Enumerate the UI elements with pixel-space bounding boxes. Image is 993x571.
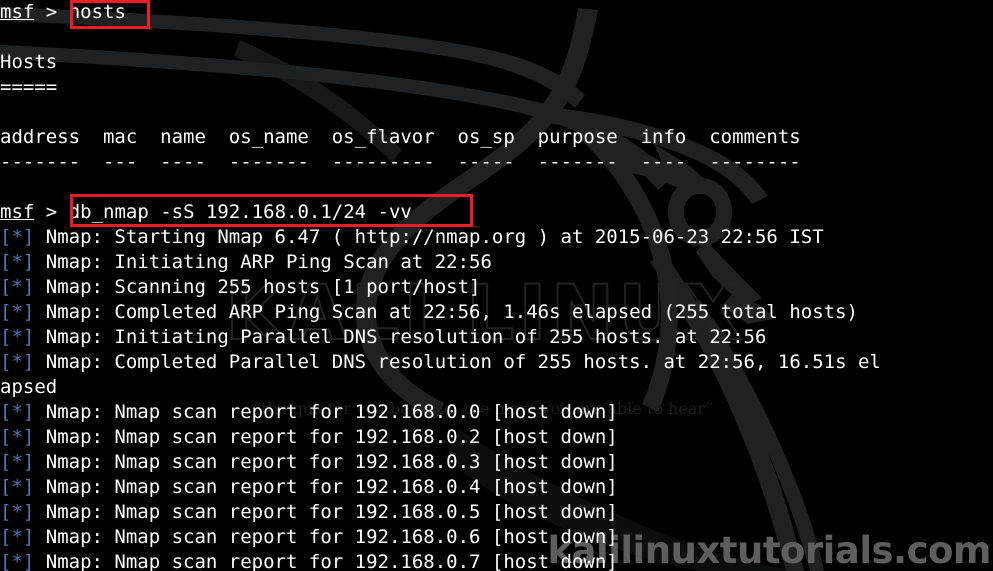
info-prefix-icon: [*] [0, 526, 35, 548]
spacer-line-2 [0, 100, 993, 125]
nmap-output-text: Nmap: Completed ARP Ping Scan at 22:56, … [45, 301, 858, 323]
command-text-db-nmap[interactable]: db_nmap -sS 192.168.0.1/24 -vv [69, 201, 412, 223]
info-prefix-icon: [*] [0, 426, 35, 448]
info-prefix-icon: [*] [0, 301, 35, 323]
hosts-table-column-headers: address mac name os_name os_flavor os_sp… [0, 126, 801, 148]
hosts-table-header-rule: ------- --- ---- ------- --------- -----… [0, 151, 801, 173]
scan-report-line: [*] Nmap: Nmap scan report for 192.168.0… [0, 550, 993, 571]
command-spacing-2 [57, 201, 68, 223]
command-spacing [57, 1, 68, 23]
info-prefix-icon: [*] [0, 276, 35, 298]
nmap-output-text: Nmap: Initiating Parallel DNS resolution… [45, 326, 767, 348]
nmap-output-line: [*] Nmap: Initiating ARP Ping Scan at 22… [0, 250, 993, 275]
scan-report-text: Nmap: Nmap scan report for 192.168.0.5 [… [45, 501, 618, 523]
hosts-table-title-underline: ===== [0, 76, 58, 98]
scan-report-line: [*] Nmap: Nmap scan report for 192.168.0… [0, 525, 993, 550]
prompt-symbol-2: > [45, 201, 58, 223]
spacer-line-3 [0, 175, 993, 200]
prompt-symbol: > [45, 1, 58, 23]
prompt-separator [34, 1, 45, 23]
scan-report-text: Nmap: Nmap scan report for 192.168.0.0 [… [45, 401, 618, 423]
scan-report-text: Nmap: Nmap scan report for 192.168.0.4 [… [45, 476, 618, 498]
scan-report-line: [*] Nmap: Nmap scan report for 192.168.0… [0, 475, 993, 500]
scan-report-line: [*] Nmap: Nmap scan report for 192.168.0… [0, 400, 993, 425]
command-text-hosts[interactable]: hosts [69, 1, 126, 23]
terminal-window: KALI LINUX “the quieter you become, the … [0, 0, 993, 571]
nmap-output-text: Nmap: Scanning 255 hosts [1 port/host] [45, 276, 481, 298]
nmap-output-line: [*] Nmap: Completed Parallel DNS resolut… [0, 350, 993, 375]
command-line-db-nmap[interactable]: msf > db_nmap -sS 192.168.0.1/24 -vv [0, 200, 993, 225]
hosts-table-title: Hosts [0, 51, 58, 73]
scan-report-text: Nmap: Nmap scan report for 192.168.0.2 [… [45, 426, 618, 448]
msf-prompt-label: msf [0, 1, 35, 23]
scan-report-line: [*] Nmap: Nmap scan report for 192.168.0… [0, 425, 993, 450]
info-prefix-icon: [*] [0, 501, 35, 523]
wrapped-line-continuation: apsed [0, 376, 58, 398]
prompt-separator-2 [34, 201, 45, 223]
terminal-output: msf > hosts Hosts ===== address mac name… [0, 0, 993, 571]
scan-report-text: Nmap: Nmap scan report for 192.168.0.3 [… [45, 451, 618, 473]
info-prefix-icon: [*] [0, 476, 35, 498]
spacer-line-1 [0, 25, 993, 50]
nmap-output-line: [*] Nmap: Scanning 255 hosts [1 port/hos… [0, 275, 993, 300]
command-line-hosts[interactable]: msf > hosts [0, 0, 993, 25]
info-prefix-icon: [*] [0, 226, 35, 248]
nmap-output-line: [*] Nmap: Starting Nmap 6.47 ( http://nm… [0, 225, 993, 250]
info-prefix-icon: [*] [0, 351, 35, 373]
nmap-output-line: [*] Nmap: Completed ARP Ping Scan at 22:… [0, 300, 993, 325]
info-prefix-icon: [*] [0, 551, 35, 571]
nmap-output-text: Nmap: Starting Nmap 6.47 ( http://nmap.o… [45, 226, 824, 248]
scan-report-text: Nmap: Nmap scan report for 192.168.0.6 [… [45, 526, 618, 548]
scan-report-line: [*] Nmap: Nmap scan report for 192.168.0… [0, 500, 993, 525]
scan-report-line: [*] Nmap: Nmap scan report for 192.168.0… [0, 450, 993, 475]
info-prefix-icon: [*] [0, 451, 35, 473]
msf-prompt-label-2: msf [0, 201, 35, 223]
nmap-output-text: Nmap: Completed Parallel DNS resolution … [45, 351, 881, 373]
scan-report-text: Nmap: Nmap scan report for 192.168.0.7 [… [45, 551, 618, 571]
nmap-output-text: Nmap: Initiating ARP Ping Scan at 22:56 [45, 251, 492, 273]
info-prefix-icon: [*] [0, 251, 35, 273]
nmap-output-line: [*] Nmap: Initiating Parallel DNS resolu… [0, 325, 993, 350]
info-prefix-icon: [*] [0, 326, 35, 348]
info-prefix-icon: [*] [0, 401, 35, 423]
